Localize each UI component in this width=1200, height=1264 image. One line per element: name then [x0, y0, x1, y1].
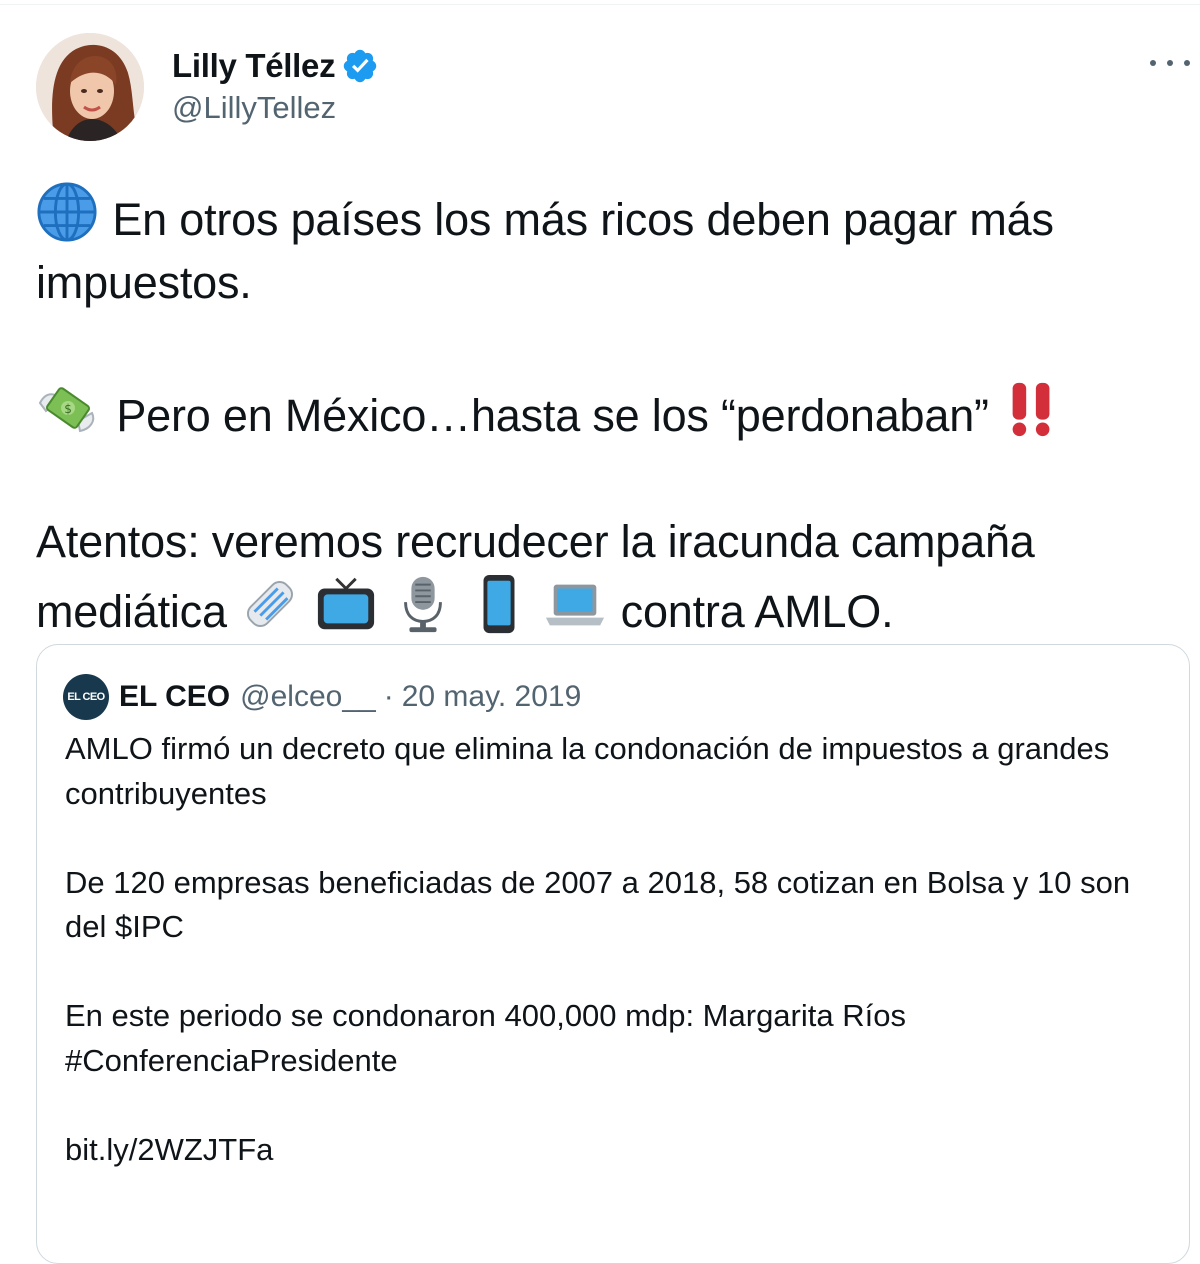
money-with-wings-icon: $: [38, 387, 95, 433]
mobile-phone-icon: [483, 574, 515, 634]
laptop-icon: [546, 584, 605, 626]
avatar[interactable]: [36, 33, 144, 141]
quoted-logo-text: EL CEO: [67, 691, 105, 703]
tweet-text: En otros países los más ricos deben paga…: [36, 181, 1186, 643]
author-block: Lilly Téllez @LillyTellez: [172, 44, 379, 126]
tweet-line-1: En otros países los más ricos deben paga…: [36, 194, 1054, 308]
tweet: Lilly Téllez @LillyTellez En otros paíse…: [0, 0, 1200, 1264]
quoted-tweet-text: AMLO firmó un decreto que elimina la con…: [65, 727, 1155, 1172]
quoted-author-name[interactable]: EL CEO: [119, 680, 230, 714]
newspaper-icon: [247, 581, 294, 627]
verified-badge-icon: [344, 49, 377, 83]
quoted-paragraph-1: AMLO firmó un decreto que elimina la con…: [65, 731, 1110, 811]
quoted-author-handle[interactable]: @elceo__: [240, 680, 376, 714]
svg-text:$: $: [64, 402, 71, 416]
microphone-icon: [403, 576, 442, 633]
author-handle[interactable]: @LillyTellez: [172, 90, 379, 126]
tweet-paragraph-1: En otros países los más ricos deben paga…: [36, 181, 1186, 314]
avatar-photo: [36, 33, 144, 141]
quoted-tweet-header: EL CEO EL CEO @elceo__ · 20 may. 2019: [63, 671, 581, 723]
quoted-separator: ·: [383, 680, 394, 713]
quoted-date[interactable]: 20 may. 2019: [402, 680, 582, 714]
quoted-paragraph-3: En este periodo se condonaron 400,000 md…: [65, 998, 906, 1078]
tweet-paragraph-2: $ Pero en México…hasta se los “perdonaba…: [36, 377, 1186, 447]
quoted-link[interactable]: bit.ly/2WZJTFa: [65, 1128, 1155, 1173]
tweet-line-3-end: contra AMLO.: [620, 586, 894, 637]
more-dot-icon: [1150, 60, 1156, 66]
more-dot-icon: [1184, 60, 1190, 66]
more-dot-icon: [1167, 60, 1173, 66]
quoted-paragraph-2: De 120 empresas beneficiadas de 2007 a 2…: [65, 864, 1131, 945]
tweet-paragraph-3: Atentos: veremos recrudecer la iracunda …: [36, 510, 1186, 643]
quoted-avatar[interactable]: EL CEO: [63, 674, 109, 720]
globe-icon: [37, 182, 97, 242]
quoted-tweet[interactable]: EL CEO EL CEO @elceo__ · 20 may. 2019 AM…: [36, 644, 1190, 1264]
more-options-button[interactable]: [1150, 50, 1190, 76]
author-name[interactable]: Lilly Téllez: [172, 47, 336, 85]
tv-icon: [318, 577, 375, 630]
tweet-line-2: Pero en México…hasta se los “perdonaban”: [116, 390, 989, 441]
double-exclamation-icon: [1012, 382, 1050, 437]
